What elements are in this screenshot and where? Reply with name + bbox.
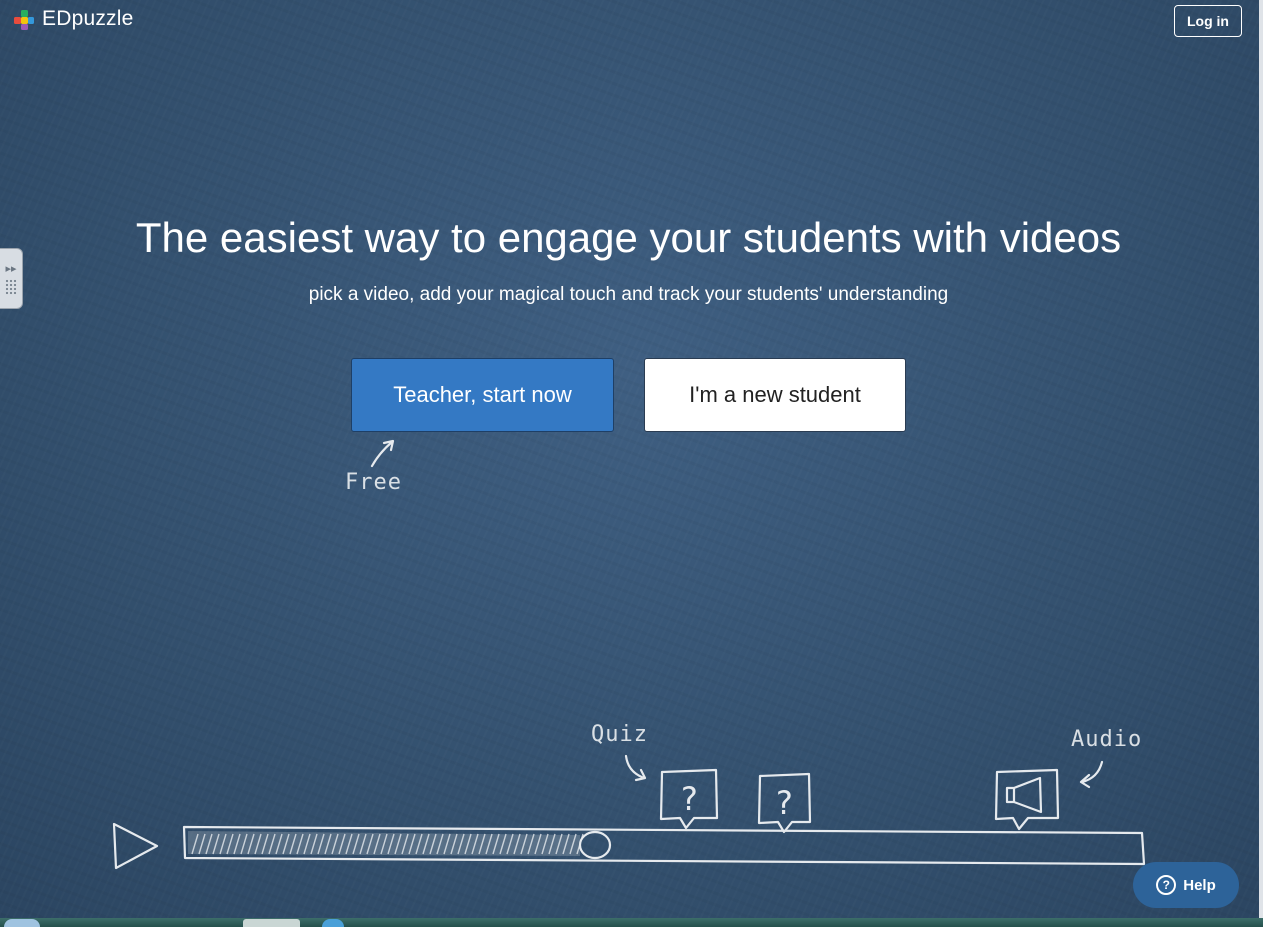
- help-label: Help: [1183, 876, 1216, 894]
- quiz-arrow-icon: [624, 754, 647, 782]
- question-mark: ?: [679, 780, 698, 818]
- question-mark: ?: [774, 784, 793, 822]
- os-taskbar: [0, 918, 1263, 927]
- audio-bubble-icon: [994, 768, 1060, 831]
- progress-scrubber: [578, 830, 612, 860]
- play-icon: [112, 822, 159, 870]
- free-note: Free: [345, 470, 402, 495]
- help-circle-icon: ?: [1156, 875, 1177, 895]
- taskbar-app-item[interactable]: [322, 919, 344, 927]
- taskbar-app-item[interactable]: [243, 919, 300, 927]
- quiz-note: Quiz: [591, 722, 648, 747]
- megaphone-icon: [1005, 776, 1043, 814]
- audio-arrow-icon: [1079, 760, 1104, 789]
- free-arrow-icon: [370, 439, 395, 468]
- help-button[interactable]: ? Help: [1133, 862, 1239, 908]
- audio-note: Audio: [1071, 727, 1143, 752]
- start-button[interactable]: [4, 919, 40, 927]
- chalk-illustration: ? ?: [112, 439, 1146, 870]
